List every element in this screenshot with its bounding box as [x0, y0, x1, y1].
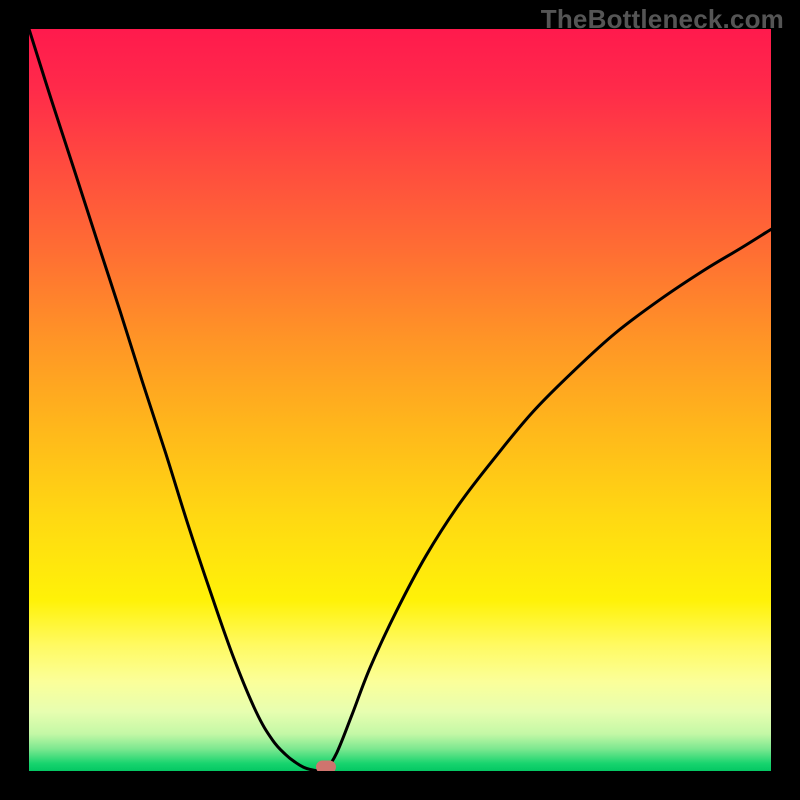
- plot-area: [29, 29, 771, 771]
- chart-frame: TheBottleneck.com: [0, 0, 800, 800]
- bottleneck-curve: [29, 29, 771, 771]
- optimum-marker: [316, 761, 336, 771]
- curve-left-curve: [29, 29, 326, 771]
- curve-right-curve: [326, 229, 771, 771]
